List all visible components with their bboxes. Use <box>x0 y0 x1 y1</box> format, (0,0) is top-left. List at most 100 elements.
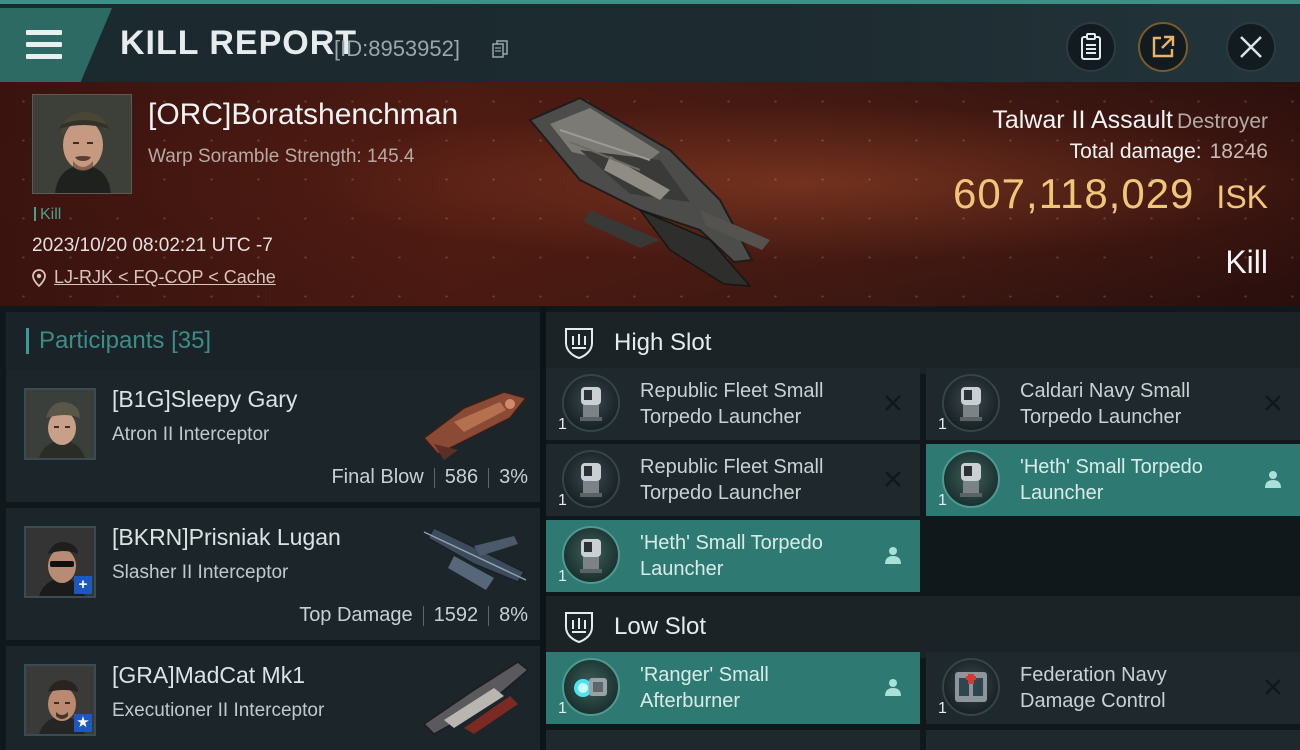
participant-ship-image <box>423 527 527 590</box>
participant-stats: Final Blow 586 3% <box>331 466 528 489</box>
module-slot[interactable]: 1 Caldari Navy Small Torpedo Launcher <box>926 368 1300 440</box>
participant-row[interactable]: ★ [GRA]MadCat Mk1 Executioner II Interce… <box>6 646 540 750</box>
participants-label: Participants <box>39 327 165 354</box>
hamburger-menu-icon <box>26 30 62 60</box>
participant-avatar[interactable] <box>24 388 96 460</box>
participant-avatar[interactable]: + <box>24 526 96 598</box>
participant-name[interactable]: [GRA]MadCat Mk1 <box>112 662 305 689</box>
copy-icon[interactable] <box>492 40 508 58</box>
kill-datetime: 2023/10/20 08:02:21 UTC -7 <box>32 235 273 256</box>
module-name: Republic Fleet Small Torpedo Launcher <box>640 380 824 428</box>
destroyed-icon <box>885 395 901 411</box>
top-bar: KILL REPORT [ID:8953952] <box>0 0 1300 82</box>
participant-name[interactable]: [BKRN]Prisniak Lugan <box>112 524 341 551</box>
module-name: 'Ranger' Small Afterburner <box>640 664 769 712</box>
fitting-panel: High Slot 1 Republic Fleet Small Torpedo… <box>546 306 1300 750</box>
high-slot-icon <box>565 328 593 360</box>
damage-control-icon <box>942 658 1000 716</box>
torpedo-launcher-icon <box>562 526 620 584</box>
participants-panel: Participants [35] [B1G]Sleepy Gary Atron… <box>0 306 540 750</box>
torpedo-launcher-icon <box>942 374 1000 432</box>
destroyed-icon <box>885 471 901 487</box>
torpedo-launcher-icon <box>942 450 1000 508</box>
participant-percent: 3% <box>499 466 528 488</box>
location-link[interactable]: LJ-RJK < FQ-COP < Cache <box>54 267 276 288</box>
participant-row[interactable]: + [BKRN]Prisniak Lugan Slasher II Interc… <box>6 508 540 640</box>
close-button[interactable] <box>1226 22 1276 72</box>
high-slot-header: High Slot <box>546 312 1300 374</box>
warp-scramble-strength: Warp Soramble Strength: 145.4 <box>148 146 415 167</box>
total-damage-value: 18246 <box>1209 140 1268 163</box>
destroyed-icon <box>1265 395 1281 411</box>
module-slot[interactable]: 1 Federation Navy Damage Control <box>926 652 1300 724</box>
page-title: KILL REPORT <box>120 24 358 62</box>
share-icon <box>1152 35 1175 58</box>
participant-badge: ★ <box>74 714 92 732</box>
isk-unit: ISK <box>1216 179 1268 215</box>
report-id: [ID:8953952] <box>334 36 460 61</box>
participant-name[interactable]: [B1G]Sleepy Gary <box>112 386 297 413</box>
location-pin-icon <box>32 268 46 287</box>
clipboard-icon <box>1081 33 1101 60</box>
participant-ship: Atron II Interceptor <box>112 424 270 445</box>
torpedo-launcher-icon <box>562 374 620 432</box>
menu-button[interactable] <box>0 8 112 82</box>
module-quantity: 1 <box>558 568 567 585</box>
dropped-person-icon <box>1265 471 1281 488</box>
module-quantity: 1 <box>558 416 567 433</box>
module-quantity: 1 <box>938 416 947 433</box>
participant-stats: Top Damage 1592 8% <box>299 604 528 627</box>
total-damage-label: Total damage: <box>1069 140 1202 163</box>
total-damage: Total damage: 18246 <box>1070 140 1268 164</box>
ship-class: Destroyer <box>1176 110 1268 133</box>
module-name: 'Heth' Small Torpedo Launcher <box>640 532 823 580</box>
share-button[interactable] <box>1138 22 1188 72</box>
participant-avatar[interactable]: ★ <box>24 664 96 736</box>
participant-ship: Slasher II Interceptor <box>112 562 289 583</box>
participant-badge: + <box>74 576 92 594</box>
victim-avatar[interactable] <box>32 94 132 194</box>
participant-tag: Final Blow <box>331 466 424 488</box>
module-quantity: 1 <box>938 700 947 717</box>
victim-panel: [ORC]Boratshenchman Warp Soramble Streng… <box>0 82 1300 306</box>
participant-damage: 1592 <box>433 604 479 626</box>
module-name: Caldari Navy Small Torpedo Launcher <box>1020 380 1191 428</box>
pilot-portrait-icon <box>26 390 94 458</box>
low-slot-label: Low Slot <box>614 613 707 640</box>
module-slot[interactable]: 1 'Ranger' Small Afterburner <box>546 652 920 724</box>
result-label: Kill <box>1225 244 1268 280</box>
dropped-person-icon <box>885 547 901 564</box>
dropped-person-icon <box>885 679 901 696</box>
isk-value: 607,118,029 ISK <box>953 170 1268 218</box>
victim-ship[interactable]: Talwar II Assault Destroyer <box>992 106 1268 135</box>
module-name: Federation Navy Damage Control <box>1020 664 1167 712</box>
module-quantity: 1 <box>558 700 567 717</box>
module-quantity: 1 <box>558 492 567 509</box>
participant-row[interactable]: [B1G]Sleepy Gary Atron II Interceptor Fi… <box>6 370 540 502</box>
participant-ship: Executioner II Interceptor <box>112 700 325 721</box>
module-slot[interactable]: 1 'Heth' Small Torpedo Launcher <box>926 444 1300 516</box>
low-slot-icon <box>565 612 593 644</box>
participant-percent: 8% <box>499 604 528 626</box>
ship-name: Talwar II Assault <box>992 106 1173 134</box>
participant-damage: 586 <box>444 466 479 488</box>
victim-pilot-name[interactable]: [ORC]Boratshenchman <box>148 98 458 132</box>
participants-count: [35] <box>171 327 212 354</box>
destroyed-icon <box>1265 679 1281 695</box>
clipboard-button[interactable] <box>1066 22 1116 72</box>
module-slot[interactable]: 1 'Heth' Small Torpedo Launcher <box>546 520 920 592</box>
module-slot[interactable]: 1 Republic Fleet Small Torpedo Launcher <box>546 444 920 516</box>
module-slot[interactable] <box>546 730 920 750</box>
afterburner-icon <box>562 658 620 716</box>
module-name: Republic Fleet Small Torpedo Launcher <box>640 456 824 504</box>
victim-ship-image <box>528 96 770 287</box>
participant-tag: Top Damage <box>299 604 413 626</box>
close-icon <box>1240 36 1262 58</box>
module-slot[interactable]: 1 Republic Fleet Small Torpedo Launcher <box>546 368 920 440</box>
module-quantity: 1 <box>938 492 947 509</box>
kill-location[interactable]: LJ-RJK < FQ-COP < Cache <box>32 267 276 288</box>
pilot-portrait-icon <box>33 95 131 193</box>
module-slot[interactable] <box>926 730 1300 750</box>
participant-ship-image <box>422 661 530 735</box>
kill-tag: Kill <box>34 206 61 224</box>
